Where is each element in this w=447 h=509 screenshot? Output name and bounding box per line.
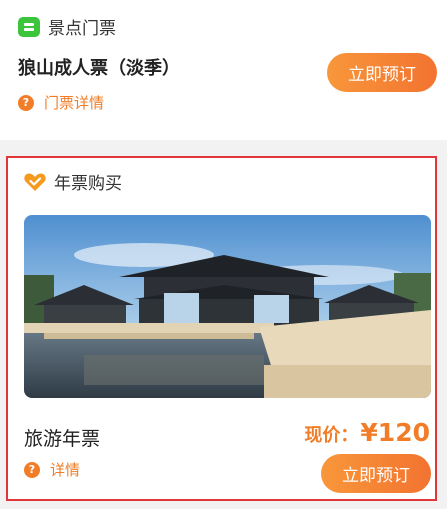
annual-book-now-button[interactable]: 立即预订 <box>321 454 431 493</box>
ticket-icon <box>18 16 40 37</box>
ticket-detail-link[interactable]: ? 门票详情 <box>18 92 104 113</box>
question-icon: ? <box>24 461 40 478</box>
current-price: 现价： ¥120 <box>304 418 430 447</box>
scenic-pavilion-photo <box>24 215 431 398</box>
book-now-button[interactable]: 立即预订 <box>327 53 437 92</box>
annual-pass-title: 年票购买 <box>54 174 122 194</box>
ticket-name[interactable]: 狼山成人票（淡季） <box>18 54 180 80</box>
scenic-ticket-title: 景点门票 <box>48 19 116 39</box>
annual-ticket-name[interactable]: 旅游年票 <box>24 424 100 451</box>
ticket-detail-text: 门票详情 <box>44 94 105 112</box>
annual-pass-header: 年票购买 <box>24 169 122 194</box>
price-value: ¥120 <box>360 418 430 447</box>
annual-detail-link[interactable]: ? 详情 <box>24 459 80 480</box>
scenic-ticket-header: 景点门票 <box>18 14 116 39</box>
heart-check-icon <box>24 173 46 191</box>
price-label: 现价： <box>304 425 359 446</box>
question-icon: ? <box>18 94 34 111</box>
annual-detail-text: 详情 <box>50 461 81 479</box>
scenic-ticket-card: 景点门票 狼山成人票（淡季） ? 门票详情 立即预订 <box>0 0 447 140</box>
